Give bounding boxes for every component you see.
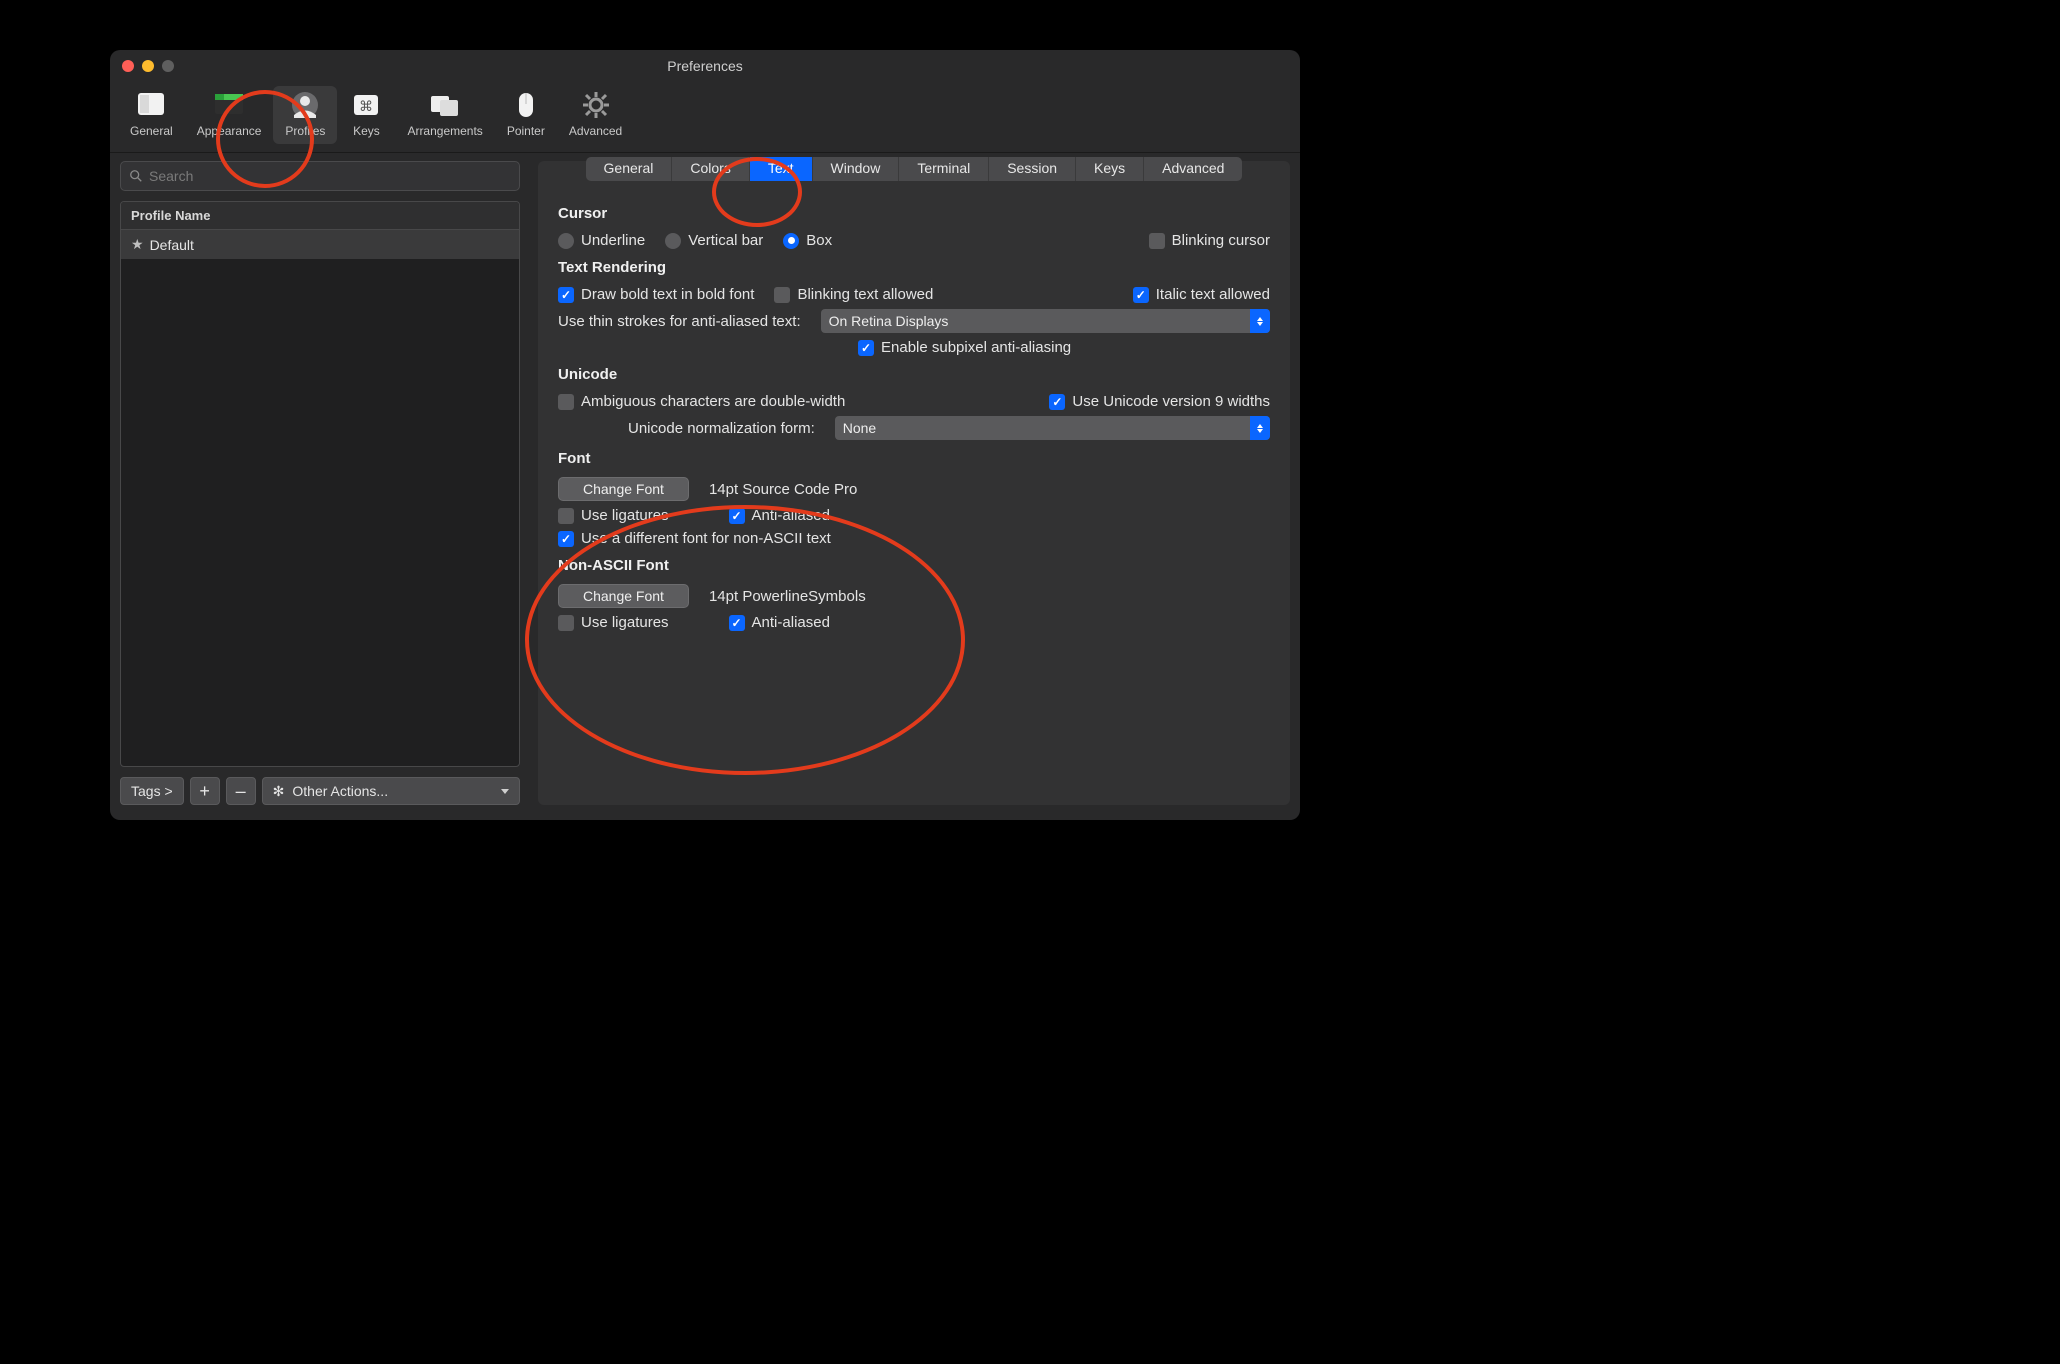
section-font-title: Font [558,450,1270,467]
cursor-box-radio[interactable]: Box [783,232,832,249]
other-actions-dropdown[interactable]: ✻ Other Actions... [262,777,520,805]
section-text-rendering-title: Text Rendering [558,259,1270,276]
profile-settings-panel: General Colors Text Window Terminal Sess… [538,161,1290,805]
cursor-underline-radio[interactable]: Underline [558,232,645,249]
unicode-row1: Ambiguous characters are double-width Us… [558,393,1270,410]
profiles-icon [288,90,322,120]
nonascii-row2: Use ligatures Anti-aliased [558,614,1270,631]
profiles-table: Profile Name ★ Default [120,201,520,767]
tags-button[interactable]: Tags > [120,777,184,805]
tab-keys[interactable]: Keys [1076,157,1144,181]
thin-strokes-label: Use thin strokes for anti-aliased text: [558,313,801,330]
add-profile-button[interactable]: + [190,777,220,805]
profile-row[interactable]: ★ Default [121,230,519,259]
remove-profile-button[interactable]: – [226,777,256,805]
italic-text-checkbox[interactable]: Italic text allowed [1133,286,1270,303]
arrangements-icon [428,90,462,120]
profile-tabbar: General Colors Text Window Terminal Sess… [586,157,1243,181]
appearance-icon [212,90,246,120]
font-row3: Use a different font for non-ASCII text [558,530,1270,547]
chevron-updown-icon [1250,416,1270,440]
font-ligatures-checkbox[interactable]: Use ligatures [558,507,669,524]
change-nonascii-font-button[interactable]: Change Font [558,584,689,608]
sidebar-footer: Tags > + – ✻ Other Actions... [120,777,520,805]
toolbar-item-arrangements[interactable]: Arrangements [395,86,494,144]
change-font-button[interactable]: Change Font [558,477,689,501]
section-nonascii-font-title: Non-ASCII Font [558,557,1270,574]
unicode-norm-label: Unicode normalization form: [628,420,815,437]
tab-session[interactable]: Session [989,157,1076,181]
toolbar-label: Appearance [197,124,262,138]
font-row1: Change Font 14pt Source Code Pro [558,477,1270,501]
star-icon: ★ [131,236,144,253]
general-icon [134,90,168,120]
blinking-cursor-checkbox[interactable]: Blinking cursor [1149,232,1270,249]
toolbar-label: Advanced [569,124,622,138]
profile-name: Default [150,237,194,253]
unicode-norm-row: Unicode normalization form: None [558,416,1270,440]
section-cursor-title: Cursor [558,205,1270,222]
tab-general[interactable]: General [586,157,673,181]
unicode-norm-select[interactable]: None [835,416,1270,440]
toolbar-item-pointer[interactable]: Pointer [495,86,557,144]
toolbar-label: Pointer [507,124,545,138]
profiles-sidebar: Profile Name ★ Default Tags > + – ✻ Othe… [120,161,520,805]
nonascii-antialiased-checkbox[interactable]: Anti-aliased [729,614,830,631]
toolbar-item-general[interactable]: General [118,86,185,144]
search-icon [129,169,143,183]
nonascii-font-description: 14pt PowerlineSymbols [709,588,866,605]
advanced-icon [579,90,613,120]
tab-colors[interactable]: Colors [672,157,749,181]
blinking-text-checkbox[interactable]: Blinking text allowed [774,286,933,303]
keys-icon: ⌘ [349,90,383,120]
titlebar: Preferences [110,50,1300,82]
toolbar-item-keys[interactable]: ⌘ Keys [337,86,395,144]
unicode-norm-value: None [843,420,876,436]
window-title: Preferences [110,58,1300,74]
text-rendering-row1: Draw bold text in bold font Blinking tex… [558,286,1270,303]
tab-advanced[interactable]: Advanced [1144,157,1242,181]
thin-strokes-value: On Retina Displays [829,313,949,329]
gear-icon: ✻ [273,783,285,800]
toolbar-label: Keys [353,124,380,138]
tab-window[interactable]: Window [813,157,900,181]
search-input[interactable] [149,168,511,184]
cursor-vertical-bar-radio[interactable]: Vertical bar [665,232,763,249]
subpixel-aa-checkbox[interactable]: Enable subpixel anti-aliasing [858,339,1071,356]
toolbar-item-advanced[interactable]: Advanced [557,86,634,144]
other-actions-label: Other Actions... [292,783,388,799]
ambiguous-width-checkbox[interactable]: Ambiguous characters are double-width [558,393,845,410]
subpixel-row: Enable subpixel anti-aliasing [558,339,1270,356]
preferences-window: Preferences General Appearance Profile [110,50,1300,820]
tab-terminal[interactable]: Terminal [899,157,989,181]
bold-text-checkbox[interactable]: Draw bold text in bold font [558,286,754,303]
section-unicode-title: Unicode [558,366,1270,383]
font-antialiased-checkbox[interactable]: Anti-aliased [729,507,830,524]
toolbar-item-appearance[interactable]: Appearance [185,86,274,144]
toolbar-item-profiles[interactable]: Profiles [273,86,337,144]
toolbar-label: Arrangements [407,124,482,138]
different-nonascii-font-checkbox[interactable]: Use a different font for non-ASCII text [558,530,831,547]
toolbar: General Appearance Profiles ⌘ Keys [110,82,1300,153]
unicode-v9-checkbox[interactable]: Use Unicode version 9 widths [1049,393,1270,410]
svg-text:⌘: ⌘ [359,98,373,114]
pointer-icon [509,90,543,120]
profiles-empty-area [121,259,519,766]
text-pane: Cursor Underline Vertical bar Box Blinki… [538,181,1290,637]
toolbar-label: General [130,124,173,138]
nonascii-row1: Change Font 14pt PowerlineSymbols [558,584,1270,608]
nonascii-ligatures-checkbox[interactable]: Use ligatures [558,614,669,631]
tab-text[interactable]: Text [750,157,813,181]
thin-strokes-select[interactable]: On Retina Displays [821,309,1270,333]
cursor-shape-row: Underline Vertical bar Box Blinking curs… [558,232,1270,249]
window-body: Profile Name ★ Default Tags > + – ✻ Othe… [110,153,1300,815]
font-description: 14pt Source Code Pro [709,481,857,498]
toolbar-label: Profiles [285,124,325,138]
font-row2: Use ligatures Anti-aliased [558,507,1270,524]
thin-strokes-row: Use thin strokes for anti-aliased text: … [558,309,1270,333]
search-field[interactable] [120,161,520,191]
chevron-updown-icon [1250,309,1270,333]
profiles-header[interactable]: Profile Name [121,202,519,230]
